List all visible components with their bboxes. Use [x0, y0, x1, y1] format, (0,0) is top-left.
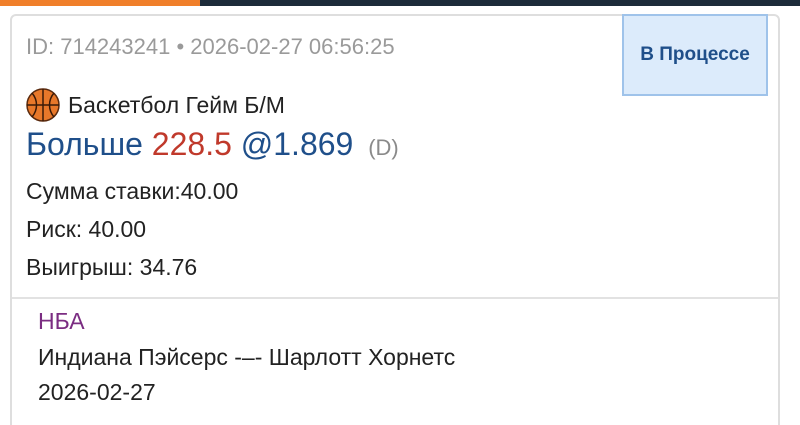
bet-slip-page: ID: 714243241 • 2026-02-27 06:56:25 В Пр…	[0, 0, 800, 425]
bet-id-timestamp: ID: 714243241 • 2026-02-27 06:56:25	[26, 34, 395, 59]
risk-amount: Риск: 40.00	[26, 216, 147, 242]
top-bar	[0, 0, 800, 6]
bet-card[interactable]: ID: 714243241 • 2026-02-27 06:56:25 В Пр…	[10, 14, 780, 425]
top-bar-accent	[0, 0, 200, 6]
selection-row: Больше 228.5 @1.869 (D)	[26, 126, 399, 163]
selection-label: Больше	[26, 126, 143, 162]
match-date: 2026-02-27	[38, 379, 156, 405]
odds-format: (D)	[368, 135, 399, 160]
stake-amount: Сумма ставки:40.00	[26, 178, 239, 204]
status-badge: В Процессе	[622, 14, 768, 96]
divider	[12, 297, 778, 299]
match-teams: Индиана Пэйсерс -–- Шарлотт Хорнетс	[38, 344, 456, 370]
sport-row: Баскетбол Гейм Б/М	[26, 88, 285, 122]
sport-label: Баскетбол Гейм Б/М	[68, 91, 285, 118]
basketball-icon	[26, 88, 60, 122]
league-name: НБА	[38, 308, 85, 334]
line-value: 228.5	[151, 126, 232, 162]
odds-value: @1.869	[240, 126, 354, 162]
win-amount: Выигрыш: 34.76	[26, 254, 198, 280]
